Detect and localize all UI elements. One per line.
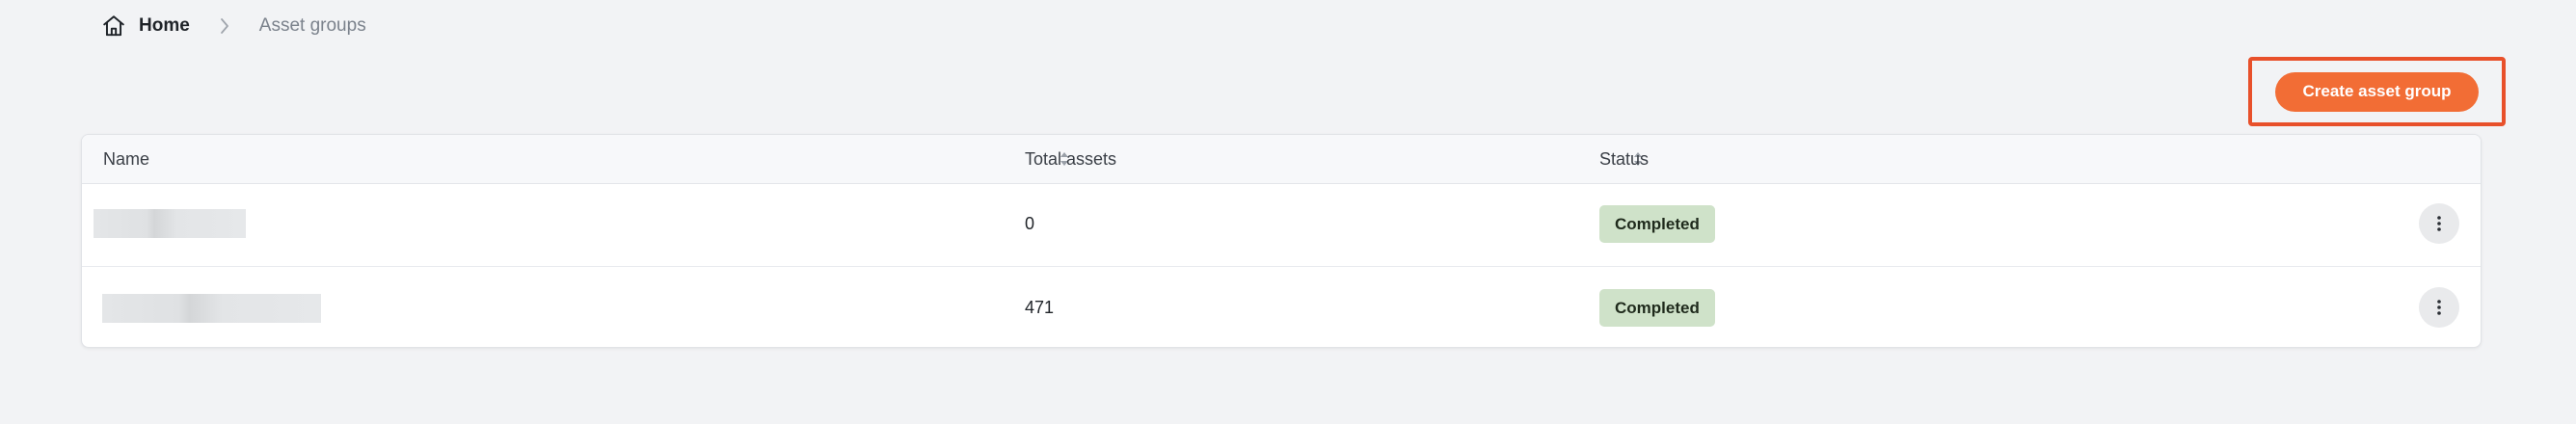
row-actions-menu-icon[interactable]	[2419, 287, 2459, 328]
redacted-name[interactable]	[102, 294, 321, 323]
redacted-name[interactable]	[94, 209, 246, 238]
column-header-status: Status	[1599, 148, 1650, 169]
breadcrumb-current: Asset groups	[258, 15, 366, 36]
table-header: Name Total assets Status	[82, 135, 2481, 184]
total-assets-value: 471	[1025, 298, 1055, 317]
chevron-right-icon	[215, 16, 234, 36]
status-badge: Completed	[1599, 205, 1715, 243]
asset-groups-table: Name Total assets Status 0 Completed 471…	[81, 134, 2482, 348]
breadcrumb: Home Asset groups	[100, 13, 366, 40]
table-row[interactable]: 471 Completed	[82, 266, 2481, 347]
create-asset-group-button[interactable]: Create asset group	[2275, 71, 2479, 112]
row-actions-menu-icon[interactable]	[2419, 203, 2459, 244]
column-header-name[interactable]: Name	[103, 135, 149, 183]
total-assets-value: 0	[1025, 214, 1035, 233]
breadcrumb-home-link[interactable]: Home	[139, 15, 190, 37]
status-badge: Completed	[1599, 289, 1715, 327]
column-header-total-assets[interactable]: Total assets	[1025, 135, 1116, 183]
create-button-highlight: Create asset group	[2248, 57, 2506, 126]
table-row[interactable]: 0 Completed	[82, 183, 2481, 265]
home-icon[interactable]	[100, 13, 127, 40]
